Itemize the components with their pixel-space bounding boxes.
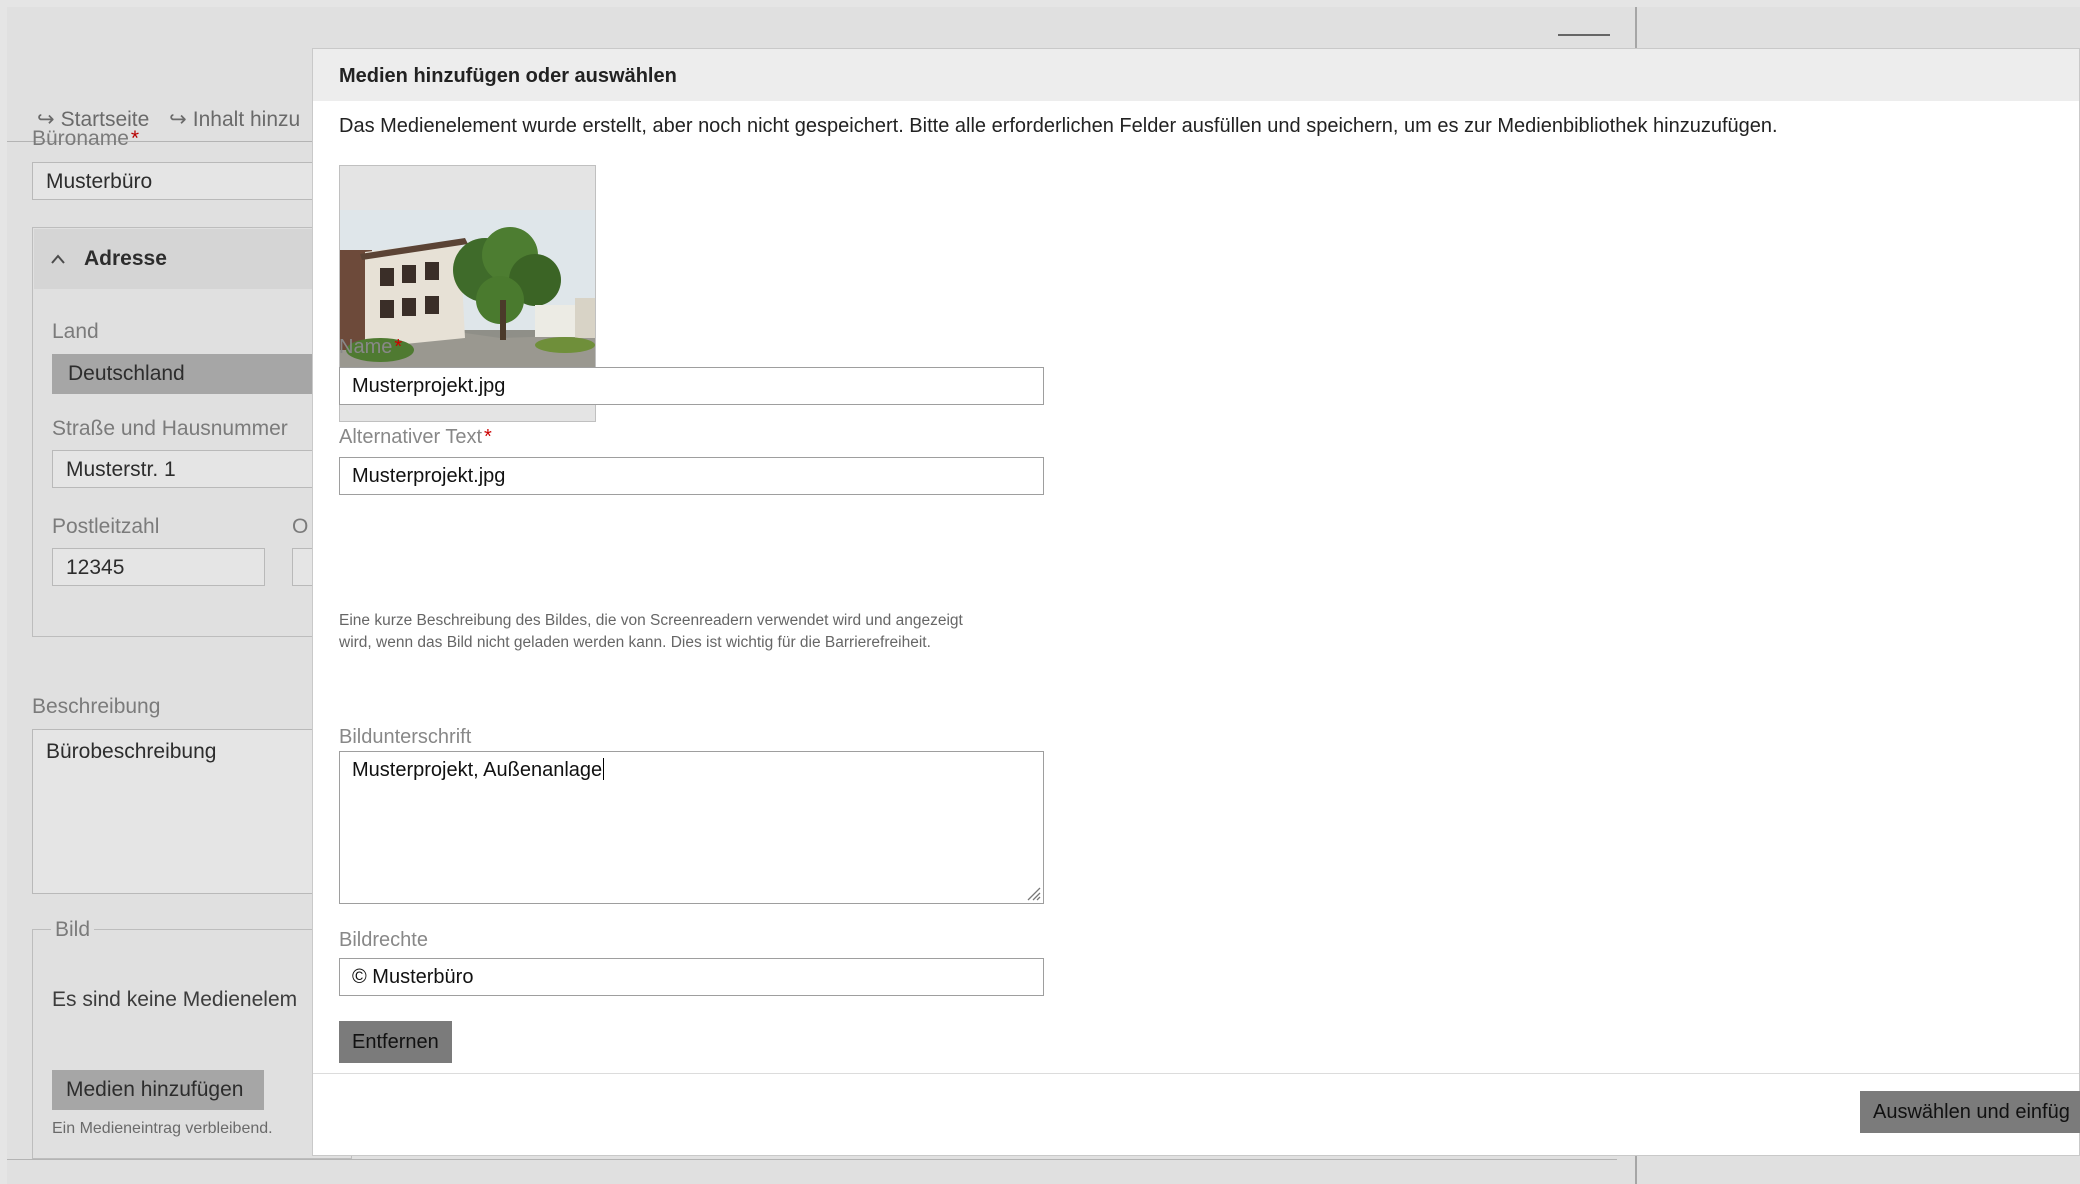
dialog-title: Medien hinzufügen oder auswählen — [339, 65, 677, 87]
media-dialog: Medien hinzufügen oder auswählen Das Med… — [312, 48, 2080, 1156]
alt-text-input[interactable]: Musterprojekt.jpg — [339, 457, 1044, 495]
required-marker: * — [484, 426, 492, 448]
name-input[interactable]: Musterprojekt.jpg — [339, 367, 1044, 405]
dialog-titlebar: Medien hinzufügen oder auswählen — [313, 49, 2079, 101]
remove-button[interactable]: Entfernen — [339, 1021, 452, 1063]
caption-text: Musterprojekt, Außenanlage — [352, 759, 603, 781]
rights-input[interactable]: © Musterbüro — [339, 958, 1044, 996]
name-label: Name * — [339, 336, 403, 358]
resize-grip-icon[interactable] — [1025, 885, 1041, 901]
unsaved-notice: Das Medienelement wurde erstellt, aber n… — [339, 115, 1778, 137]
alt-text-label: Alternativer Text * — [339, 426, 492, 448]
select-and-insert-button[interactable]: Auswählen und einfüg — [1860, 1091, 2080, 1133]
required-marker: * — [394, 336, 403, 358]
caption-label: Bildunterschrift — [339, 726, 472, 748]
caption-textarea[interactable]: Musterprojekt, Außenanlage — [339, 751, 1044, 904]
footer-divider — [313, 1073, 2079, 1074]
alt-text-help: Eine kurze Beschreibung des Bildes, die … — [339, 612, 963, 651]
text-cursor — [603, 758, 605, 780]
rights-label: Bildrechte — [339, 929, 428, 951]
